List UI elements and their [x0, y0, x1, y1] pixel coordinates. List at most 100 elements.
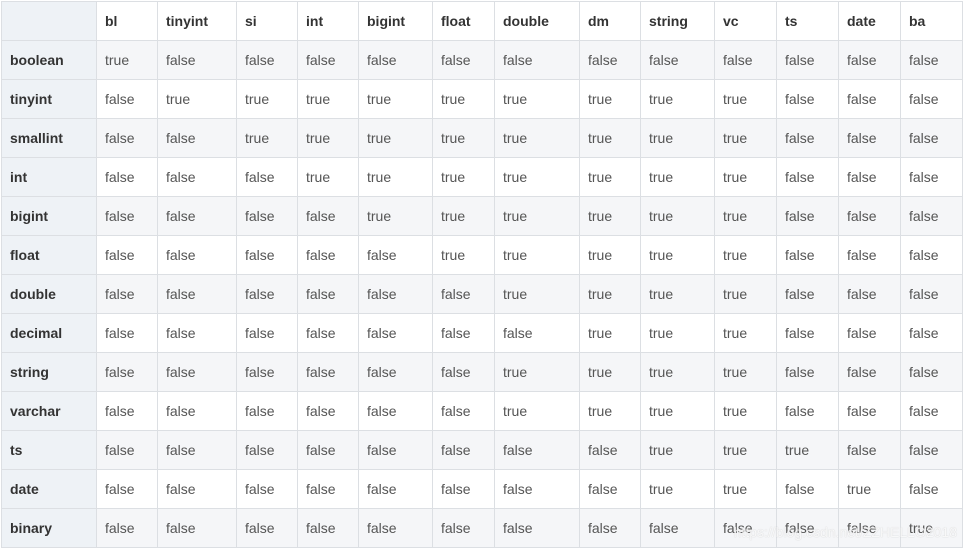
table-cell: false	[358, 313, 433, 353]
table-cell: false	[236, 508, 298, 548]
table-cell: false	[96, 79, 158, 119]
table-cell: true	[714, 118, 777, 158]
table-cell: false	[236, 40, 298, 80]
table-cell: false	[432, 352, 495, 392]
table-row: bigint false false false false true true true tr…	[1, 196, 963, 236]
table-cell: false	[157, 40, 237, 80]
table-cell: false	[96, 391, 158, 431]
table-cell: true	[838, 469, 901, 509]
table-cell: false	[96, 313, 158, 353]
table-cell: true	[714, 430, 777, 470]
corner-cell	[1, 1, 97, 41]
table-cell: false	[900, 235, 963, 275]
table-cell: false	[96, 430, 158, 470]
table-cell: false	[297, 430, 359, 470]
table-cell: true	[494, 79, 580, 119]
table-cell: true	[579, 274, 641, 314]
column-header: float	[432, 1, 495, 41]
table-cell: false	[838, 313, 901, 353]
column-header: ba	[900, 1, 963, 41]
table-cell: true	[579, 118, 641, 158]
table-cell: false	[157, 118, 237, 158]
table-row: boolean true false false false false false fals…	[1, 40, 963, 80]
table-cell: false	[432, 430, 495, 470]
table-cell: false	[236, 430, 298, 470]
table-cell: true	[432, 118, 495, 158]
table-cell: true	[776, 430, 839, 470]
table-cell: false	[297, 469, 359, 509]
table-cell: false	[838, 391, 901, 431]
table-cell: false	[640, 40, 715, 80]
column-header: int	[297, 1, 359, 41]
table-row: smallint false false true true true true true tr…	[1, 118, 963, 158]
row-header: bigint	[1, 196, 97, 236]
table-cell: false	[358, 352, 433, 392]
table-cell: false	[236, 196, 298, 236]
column-header: dm	[579, 1, 641, 41]
table-cell: false	[432, 508, 495, 548]
table-cell: false	[776, 157, 839, 197]
table-cell: true	[640, 274, 715, 314]
table-cell: true	[494, 274, 580, 314]
table-cell: false	[494, 508, 580, 548]
table-cell: true	[494, 235, 580, 275]
table-cell: false	[776, 352, 839, 392]
row-header: ts	[1, 430, 97, 470]
table-cell: false	[236, 274, 298, 314]
table-cell: true	[579, 235, 641, 275]
table-cell: false	[358, 274, 433, 314]
table-cell: true	[714, 313, 777, 353]
table-cell: false	[838, 508, 901, 548]
table-cell: false	[432, 469, 495, 509]
column-header: bl	[96, 1, 158, 41]
table-cell: true	[494, 352, 580, 392]
table-cell: true	[432, 235, 495, 275]
table-cell: false	[776, 469, 839, 509]
table-cell: false	[96, 118, 158, 158]
column-header: bigint	[358, 1, 433, 41]
table-cell: true	[297, 157, 359, 197]
table-cell: false	[157, 313, 237, 353]
table-row: varchar false false false false false false tru…	[1, 391, 963, 431]
table-cell: false	[96, 274, 158, 314]
table-cell: false	[579, 40, 641, 80]
table-cell: false	[236, 469, 298, 509]
table-cell: false	[900, 274, 963, 314]
row-header: int	[1, 157, 97, 197]
table-cell: true	[297, 118, 359, 158]
table-cell: true	[494, 391, 580, 431]
table-cell: false	[776, 508, 839, 548]
table-cell: false	[157, 352, 237, 392]
table-cell: true	[157, 79, 237, 119]
table-cell: false	[157, 430, 237, 470]
table-cell: true	[236, 118, 298, 158]
table-row: decimal false false false false false false fal…	[1, 313, 963, 353]
table-cell: false	[776, 313, 839, 353]
table-cell: false	[358, 391, 433, 431]
table-cell: true	[714, 79, 777, 119]
row-header: string	[1, 352, 97, 392]
table-cell: false	[96, 469, 158, 509]
table-cell: false	[714, 40, 777, 80]
table-cell: false	[157, 235, 237, 275]
table-row: ts false false false false false false false fal…	[1, 430, 963, 470]
column-header: si	[236, 1, 298, 41]
table-cell: false	[838, 430, 901, 470]
row-header: boolean	[1, 40, 97, 80]
table-cell: true	[714, 196, 777, 236]
table-cell: true	[900, 508, 963, 548]
table-cell: false	[358, 40, 433, 80]
table-cell: true	[640, 235, 715, 275]
table-cell: true	[579, 391, 641, 431]
table-cell: false	[157, 508, 237, 548]
table-cell: false	[900, 79, 963, 119]
table-cell: false	[432, 40, 495, 80]
table-cell: false	[900, 40, 963, 80]
column-header: ts	[776, 1, 839, 41]
table-cell: false	[838, 352, 901, 392]
row-header: date	[1, 469, 97, 509]
table-cell: false	[900, 118, 963, 158]
row-header: varchar	[1, 391, 97, 431]
table-cell: true	[358, 118, 433, 158]
table-cell: false	[838, 235, 901, 275]
